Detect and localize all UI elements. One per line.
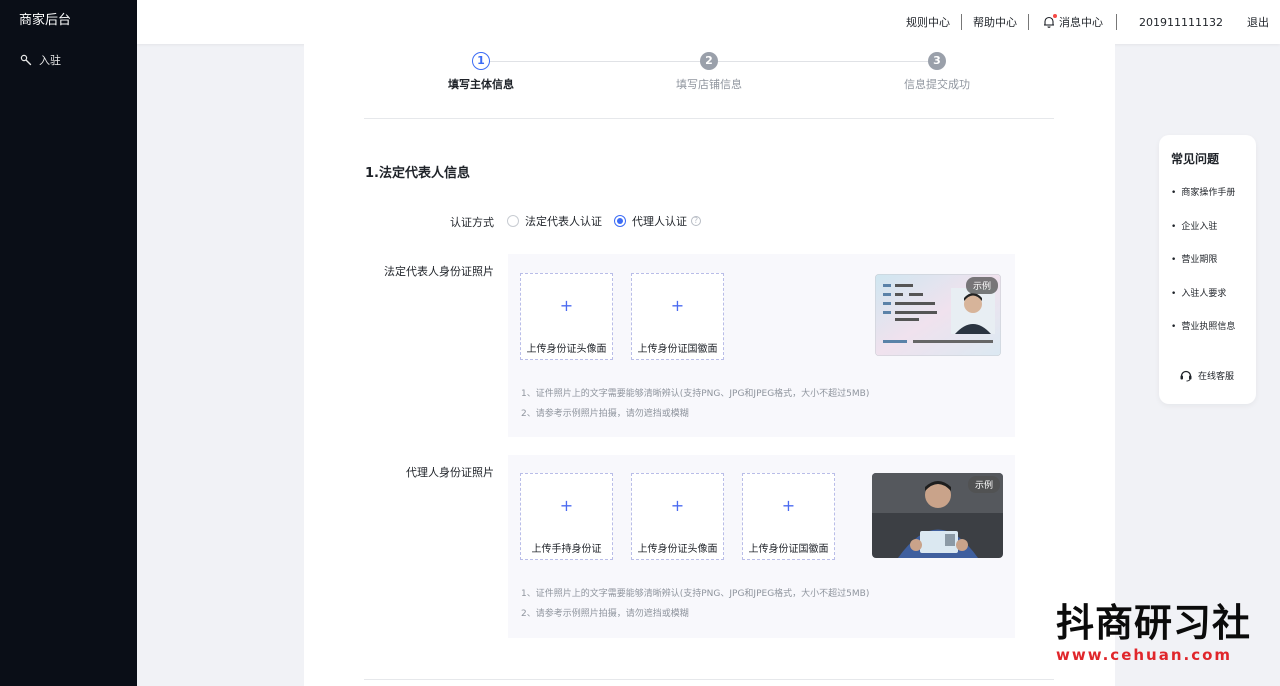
step-label: 填写店铺信息 [676,78,742,91]
notification-dot [1053,14,1058,18]
agent-id-upload-panel: + 上传手持身份证 + 上传身份证头像面 + 上传身份证国徽面 示例 1、证件照… [508,455,1015,638]
faq-title: 常见问题 [1171,152,1220,166]
main-card: 1 填写主体信息 2 填写店铺信息 3 信息提交成功 1.法定代表人信息 认证方… [304,44,1115,686]
section-title: 1.法定代表人信息 [365,166,470,181]
radio-legal-rep[interactable]: 法定代表人认证 [507,213,602,229]
online-service-button[interactable]: 在线客服 [1179,368,1234,382]
faq-item[interactable]: 营业期限 [1171,252,1217,265]
upload-label: 上传身份证头像面 [637,544,718,555]
plus-icon: + [781,496,796,515]
help-icon[interactable]: ? [691,216,701,226]
faq-item[interactable]: 入驻人要求 [1171,286,1226,299]
sidebar-item-label: 入驻 [39,54,61,67]
radio-agent[interactable]: 代理人认证 [614,213,687,229]
step-label: 填写主体信息 [448,78,514,91]
wrench-icon [20,54,32,66]
watermark-text: 抖商研习社 [1056,601,1252,645]
stepper: 1 填写主体信息 2 填写店铺信息 3 信息提交成功 [364,52,1054,102]
auth-method-label: 认证方式 [450,216,494,229]
logout-link[interactable]: 退出 [1247,14,1269,30]
step-label: 信息提交成功 [904,78,970,91]
upload-id-portrait-side[interactable]: + 上传身份证头像面 [520,273,613,360]
watermark: 抖商研习社 www.cehuan.com [1056,600,1260,664]
radio-label: 代理人认证 [632,215,687,228]
upload-id-emblem-side[interactable]: + 上传身份证国徽面 [742,473,835,560]
plus-icon: + [559,496,574,515]
plus-icon: + [670,296,685,315]
upload-id-portrait-side[interactable]: + 上传身份证头像面 [631,473,724,560]
divider [364,118,1054,119]
help-center-link[interactable]: 帮助中心 [962,14,1028,30]
sample-id-card-image: 示例 [875,274,1001,356]
faq-item[interactable]: 商家操作手册 [1171,185,1235,198]
upload-id-emblem-side[interactable]: + 上传身份证国徽面 [631,273,724,360]
sample-tag: 示例 [965,277,998,294]
user-id[interactable]: 201911111132 [1117,16,1247,29]
faq-item[interactable]: 营业执照信息 [1171,319,1235,332]
sidebar: 商家后台 入驻 [0,0,137,686]
message-center-link[interactable]: 消息中心 [1029,14,1116,30]
radio-ring [614,215,626,227]
bell-icon [1042,14,1058,29]
step-number: 1 [472,52,490,70]
upload-note: 2、请参考示例照片拍摄，请勿遮挡或模糊 [521,409,689,419]
step-3: 3 信息提交成功 [872,52,1002,92]
agent-id-photos-label: 代理人身份证照片 [406,466,494,479]
message-center-label: 消息中心 [1059,16,1104,29]
auth-method-group: 法定代表人认证 代理人认证 ? [507,213,701,229]
upload-label: 上传身份证国徽面 [748,544,829,555]
faq-panel: 常见问题 商家操作手册 企业入驻 营业期限 入驻人要求 营业执照信息 在线客服 [1159,135,1256,404]
top-header: 规则中心 帮助中心 消息中心 201911111132 退出 [137,0,1280,44]
divider [364,679,1054,680]
upload-label: 上传身份证头像面 [526,344,607,355]
step-1: 1 填写主体信息 [416,52,546,92]
plus-icon: + [670,496,685,515]
online-service-label: 在线客服 [1198,371,1235,382]
watermark-url: www.cehuan.com [1056,646,1233,664]
legal-id-upload-panel: + 上传身份证头像面 + 上传身份证国徽面 示例 1、证件照片上的文字需要能够清… [508,254,1015,437]
upload-label: 上传手持身份证 [531,544,602,555]
upload-label: 上传身份证国徽面 [637,344,718,355]
upload-note: 1、证件照片上的文字需要能够清晰辨认(支持PNG、JPG和JPEG格式，大小不超… [521,389,870,399]
rules-center-link[interactable]: 规则中心 [895,14,961,30]
step-number: 2 [700,52,718,70]
sample-handheld-id-image: 示例 [872,473,1003,558]
upload-handheld-id[interactable]: + 上传手持身份证 [520,473,613,560]
radio-ring [507,215,519,227]
legal-id-photos-label: 法定代表人身份证照片 [384,265,494,278]
radio-label: 法定代表人认证 [525,215,602,228]
sample-tag: 示例 [967,476,1000,493]
sidebar-item-onboarding[interactable]: 入驻 [0,44,137,76]
faq-item[interactable]: 企业入驻 [1171,219,1217,232]
plus-icon: + [559,296,574,315]
upload-note: 1、证件照片上的文字需要能够清晰辨认(支持PNG、JPG和JPEG格式，大小不超… [521,589,870,599]
step-2: 2 填写店铺信息 [644,52,774,92]
step-number: 3 [928,52,946,70]
brand-title: 商家后台 [19,13,72,28]
upload-note: 2、请参考示例照片拍摄，请勿遮挡或模糊 [521,609,689,619]
headset-icon [1180,370,1192,382]
